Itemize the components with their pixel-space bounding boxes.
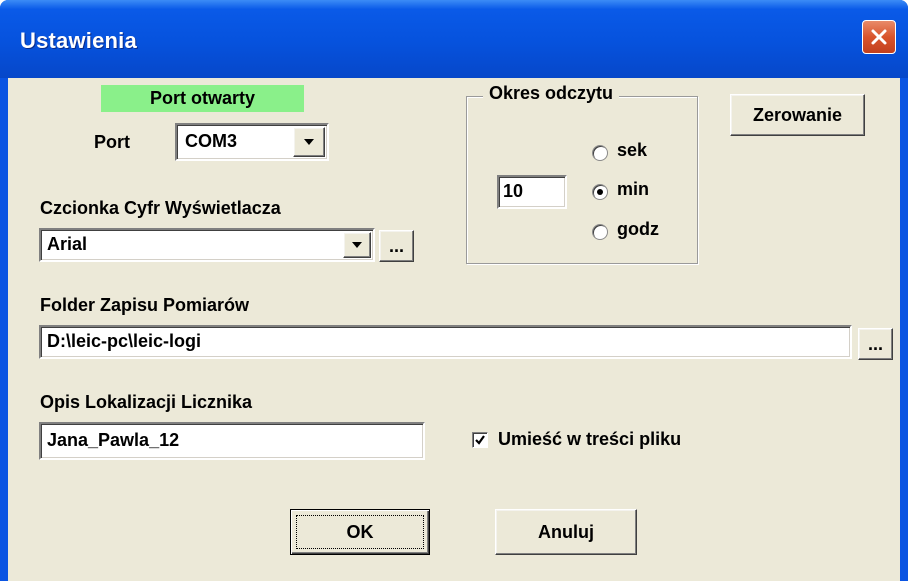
font-browse-label: ... <box>388 235 404 256</box>
include-in-file-checkbox[interactable] <box>472 432 488 448</box>
cancel-button[interactable]: Anuluj <box>495 509 637 555</box>
cancel-button-label: Anuluj <box>538 521 594 542</box>
location-value: Jana_Pawla_12 <box>47 430 180 450</box>
read-period-group: Okres odczytu 10 sek min godz <box>466 83 698 264</box>
folder-path-input[interactable]: D:\leic-pc\leic-logi <box>39 325 852 359</box>
radio-min-label: min <box>617 179 650 199</box>
chevron-down-icon <box>352 242 362 248</box>
location-input[interactable]: Jana_Pawla_12 <box>39 422 425 460</box>
location-label: Opis Lokalizacji Licznika <box>40 392 253 412</box>
reset-button-label: Zerowanie <box>752 104 843 125</box>
window-title: Ustawienia <box>20 28 137 53</box>
chevron-down-icon <box>304 139 314 145</box>
font-select-value: Arial <box>47 234 88 254</box>
port-label: Port <box>94 132 130 152</box>
title-bar[interactable]: Ustawienia <box>0 0 908 78</box>
port-status-badge: Port otwarty <box>101 85 304 112</box>
port-select[interactable]: COM3 <box>175 123 329 161</box>
close-button[interactable] <box>862 20 896 54</box>
radio-godz[interactable] <box>592 224 608 240</box>
settings-dialog: Ustawienia Port otwarty Port COM3 Czcion… <box>0 0 908 581</box>
font-select[interactable]: Arial <box>39 228 375 262</box>
ok-button[interactable]: OK <box>290 509 430 555</box>
radio-godz-label: godz <box>617 219 659 239</box>
folder-browse-button[interactable]: ... <box>858 328 893 360</box>
radio-sek[interactable] <box>592 145 608 161</box>
include-in-file-label: Umieść w treści pliku <box>498 429 682 449</box>
read-period-value: 10 <box>503 181 524 201</box>
port-dropdown-button[interactable] <box>293 127 325 157</box>
radio-sek-label: sek <box>617 140 648 160</box>
ok-button-label: OK <box>346 521 374 542</box>
port-select-value: COM3 <box>185 131 238 151</box>
font-dropdown-button[interactable] <box>343 232 371 258</box>
read-period-input[interactable]: 10 <box>497 175 567 209</box>
radio-min[interactable] <box>592 184 608 200</box>
read-period-group-label: Okres odczytu <box>483 83 620 104</box>
dialog-body: Port otwarty Port COM3 Czcionka Cyfr Wyś… <box>8 78 900 581</box>
close-icon <box>871 29 887 45</box>
font-browse-button[interactable]: ... <box>379 230 414 262</box>
reset-button[interactable]: Zerowanie <box>730 94 865 136</box>
font-label: Czcionka Cyfr Wyświetlacza <box>40 198 281 218</box>
folder-browse-label: ... <box>867 333 883 354</box>
folder-path-value: D:\leic-pc\leic-logi <box>47 331 202 351</box>
folder-label: Folder Zapisu Pomiarów <box>40 295 250 315</box>
check-icon <box>475 435 485 445</box>
